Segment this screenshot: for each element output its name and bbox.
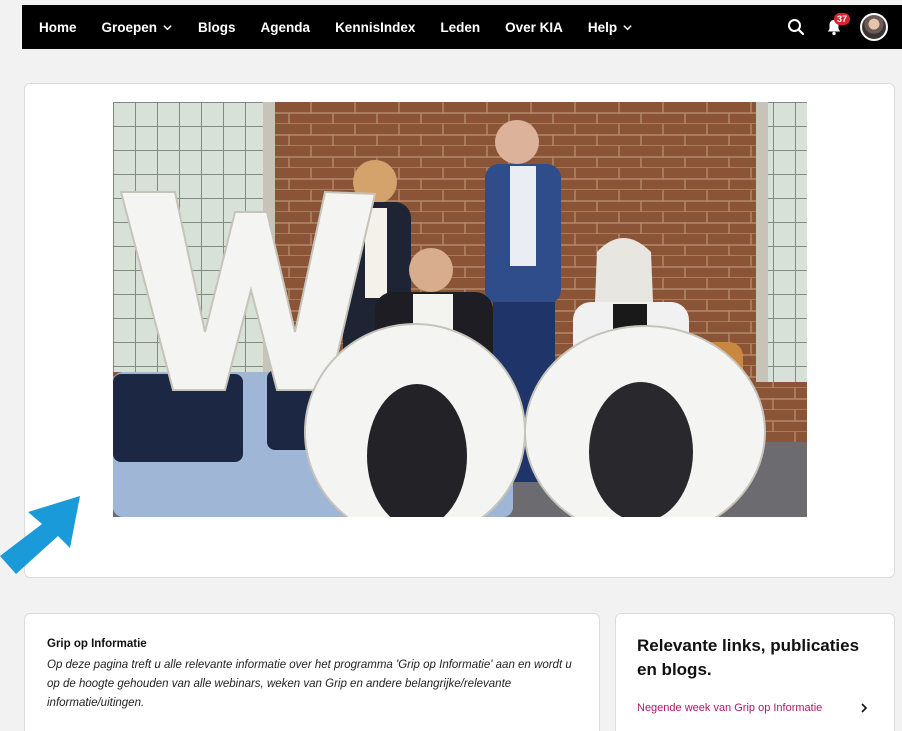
nav-leden-label: Leden <box>440 19 481 35</box>
nav-agenda[interactable]: Agenda <box>248 20 323 35</box>
links-card: Relevante links, publicaties en blogs. N… <box>615 613 895 731</box>
nav-leden[interactable]: Leden <box>427 20 492 35</box>
group-photo-illustration <box>113 102 807 517</box>
search-button[interactable] <box>780 11 812 43</box>
nav-home-label: Home <box>39 19 77 35</box>
chevron-down-icon <box>163 24 172 30</box>
nav-over-kia[interactable]: Over KIA <box>492 20 575 35</box>
nav-over-kia-label: Over KIA <box>505 19 563 35</box>
notification-badge: 37 <box>834 13 851 25</box>
avatar <box>860 13 888 41</box>
nav-blogs[interactable]: Blogs <box>185 20 248 35</box>
nav-groepen[interactable]: Groepen <box>89 20 186 35</box>
nav-right-icons: 37 <box>780 5 890 49</box>
nav-kennisindex-label: KennisIndex <box>335 19 416 35</box>
hero-photo <box>113 102 807 517</box>
links-title: Relevante links, publicaties en blogs. <box>637 636 860 679</box>
nav-help[interactable]: Help <box>575 20 645 35</box>
nav-home[interactable]: Home <box>22 20 89 35</box>
main-nav: Home Groepen Blogs Agenda KennisIndex Le… <box>22 5 645 49</box>
notifications-button[interactable]: 37 <box>818 11 851 43</box>
hero-card <box>24 83 895 578</box>
nav-groepen-label: Groepen <box>101 19 158 35</box>
nav-kennisindex[interactable]: KennisIndex <box>322 20 427 35</box>
link-item[interactable]: Negende week van Grip op Informatie <box>637 702 873 714</box>
nav-blogs-label: Blogs <box>198 19 236 35</box>
user-menu-button[interactable] <box>858 11 890 43</box>
link-item-label[interactable]: Negende week van Grip op Informatie <box>637 702 822 714</box>
info-title: Grip op Informatie <box>47 638 147 650</box>
nav-help-label: Help <box>587 19 618 35</box>
chevron-right-icon <box>861 703 868 713</box>
search-icon <box>788 19 805 36</box>
info-body: Op deze pagina treft u alle relevante in… <box>47 659 572 709</box>
info-card: Grip op Informatie Op deze pagina treft … <box>24 613 600 731</box>
top-navigation-bar: Home Groepen Blogs Agenda KennisIndex Le… <box>22 5 902 49</box>
nav-agenda-label: Agenda <box>260 19 311 35</box>
chevron-down-icon <box>623 24 632 30</box>
arrow-pointer-icon <box>0 496 80 574</box>
